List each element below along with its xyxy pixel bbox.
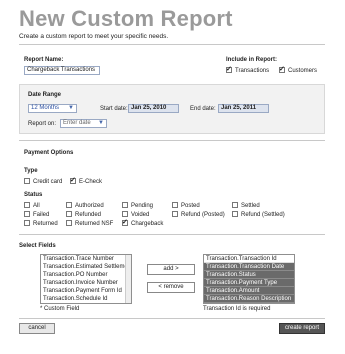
list-item[interactable]: Transaction.Transaction Id <box>204 255 294 263</box>
status-refunded-checkbox[interactable] <box>66 211 72 217</box>
status-pending-checkbox[interactable] <box>122 202 128 208</box>
status-posted[interactable]: Posted <box>172 202 200 209</box>
type-echeck[interactable]: E-Check <box>70 176 102 185</box>
include-customers[interactable]: Customers <box>279 65 317 74</box>
status-refund-posted[interactable]: Refund (Posted) <box>172 211 225 218</box>
status-settled[interactable]: Settled <box>232 202 260 209</box>
selected-fields-list[interactable]: Transaction.Transaction Id Transaction.T… <box>203 254 295 304</box>
status-returned[interactable]: Returned <box>24 220 58 227</box>
status-returned-nsf[interactable]: Returned NSF <box>66 220 113 227</box>
report-name-input[interactable]: Chargeback Transactions <box>24 66 100 75</box>
select-fields-heading: Select Fields <box>19 243 56 249</box>
start-date-label: Start date: <box>100 106 128 112</box>
type-credit-card[interactable]: Credit card <box>24 178 62 185</box>
status-returned-checkbox[interactable] <box>24 220 30 226</box>
cancel-button[interactable]: cancel <box>19 323 55 334</box>
required-note: Transaction Id is required <box>203 306 271 312</box>
list-item[interactable]: Transaction.Invoice Number <box>41 279 131 287</box>
type-heading: Type <box>24 168 38 174</box>
start-date-input[interactable]: Jan 25, 2010 <box>128 104 179 113</box>
page-title: New Custom Report <box>19 6 233 31</box>
custom-field-note: * Custom Field <box>40 306 80 312</box>
section-divider <box>19 318 325 319</box>
status-failed[interactable]: Failed <box>24 211 49 218</box>
list-item[interactable]: Transaction.Payment Form Id <box>41 287 131 295</box>
status-refund-settled[interactable]: Refund (Settled) <box>232 211 285 218</box>
scrollbar[interactable] <box>125 255 131 303</box>
chevron-down-icon: ▼ <box>68 105 74 111</box>
title-divider <box>19 44 325 45</box>
status-pending[interactable]: Pending <box>122 202 153 209</box>
echeck-checkbox[interactable] <box>70 176 76 184</box>
include-label: Include in Report: <box>226 57 277 63</box>
include-transactions-checkbox[interactable] <box>226 65 232 73</box>
list-item[interactable]: Transaction.Status <box>204 271 294 279</box>
status-refund-posted-checkbox[interactable] <box>172 211 178 217</box>
report-on-select[interactable]: Enter date ▼ <box>60 119 107 128</box>
list-item[interactable]: Transaction.Payment Type <box>204 279 294 287</box>
section-divider <box>19 234 325 235</box>
status-all[interactable]: All <box>24 202 40 209</box>
status-refunded[interactable]: Refunded <box>66 211 101 218</box>
list-item[interactable]: Transaction.Estimated Settlement <box>41 263 131 271</box>
remove-field-button[interactable]: < remove <box>147 282 195 293</box>
end-date-label: End date: <box>190 106 216 112</box>
add-field-button[interactable]: add > <box>147 264 195 275</box>
include-customers-checkbox[interactable] <box>279 65 285 73</box>
status-heading: Status <box>24 192 43 198</box>
status-authorized[interactable]: Authorized <box>66 202 104 209</box>
status-chargeback-checkbox[interactable] <box>122 218 128 226</box>
status-returned-nsf-checkbox[interactable] <box>66 220 72 226</box>
credit-card-checkbox[interactable] <box>24 178 30 184</box>
list-item[interactable]: Transaction.Transaction Date <box>204 263 294 271</box>
create-report-button[interactable]: create report <box>279 323 325 334</box>
list-item[interactable]: Transaction.Schedule Id <box>41 295 131 303</box>
section-divider <box>19 140 325 141</box>
status-voided[interactable]: Voided <box>122 211 149 218</box>
list-item[interactable]: Transaction.Amount <box>204 287 294 295</box>
status-refund-settled-checkbox[interactable] <box>232 211 238 217</box>
date-range-heading: Date Range <box>28 92 62 98</box>
report-on-label: Report on: <box>28 121 57 127</box>
status-failed-checkbox[interactable] <box>24 211 30 217</box>
status-settled-checkbox[interactable] <box>232 202 238 208</box>
include-transactions[interactable]: Transactions <box>226 65 269 74</box>
status-chargeback[interactable]: Chargeback <box>122 218 163 227</box>
list-item[interactable]: Transaction.Reason Description <box>204 295 294 303</box>
payment-options-heading: Payment Options <box>24 150 74 156</box>
status-authorized-checkbox[interactable] <box>66 202 72 208</box>
available-fields-list[interactable]: Transaction.Trace Number Transaction.Est… <box>40 254 132 304</box>
status-posted-checkbox[interactable] <box>172 202 178 208</box>
end-date-input[interactable]: Jan 25, 2011 <box>218 104 269 113</box>
status-all-checkbox[interactable] <box>24 202 30 208</box>
page-subtitle: Create a custom report to meet your spec… <box>19 33 169 40</box>
status-voided-checkbox[interactable] <box>122 211 128 217</box>
report-name-label: Report Name: <box>24 57 64 63</box>
date-range-select[interactable]: 12 Months ▼ <box>28 104 77 113</box>
list-item[interactable]: Transaction.PO Number <box>41 271 131 279</box>
list-item[interactable]: Transaction.Trace Number <box>41 255 131 263</box>
chevron-down-icon: ▼ <box>98 120 104 126</box>
